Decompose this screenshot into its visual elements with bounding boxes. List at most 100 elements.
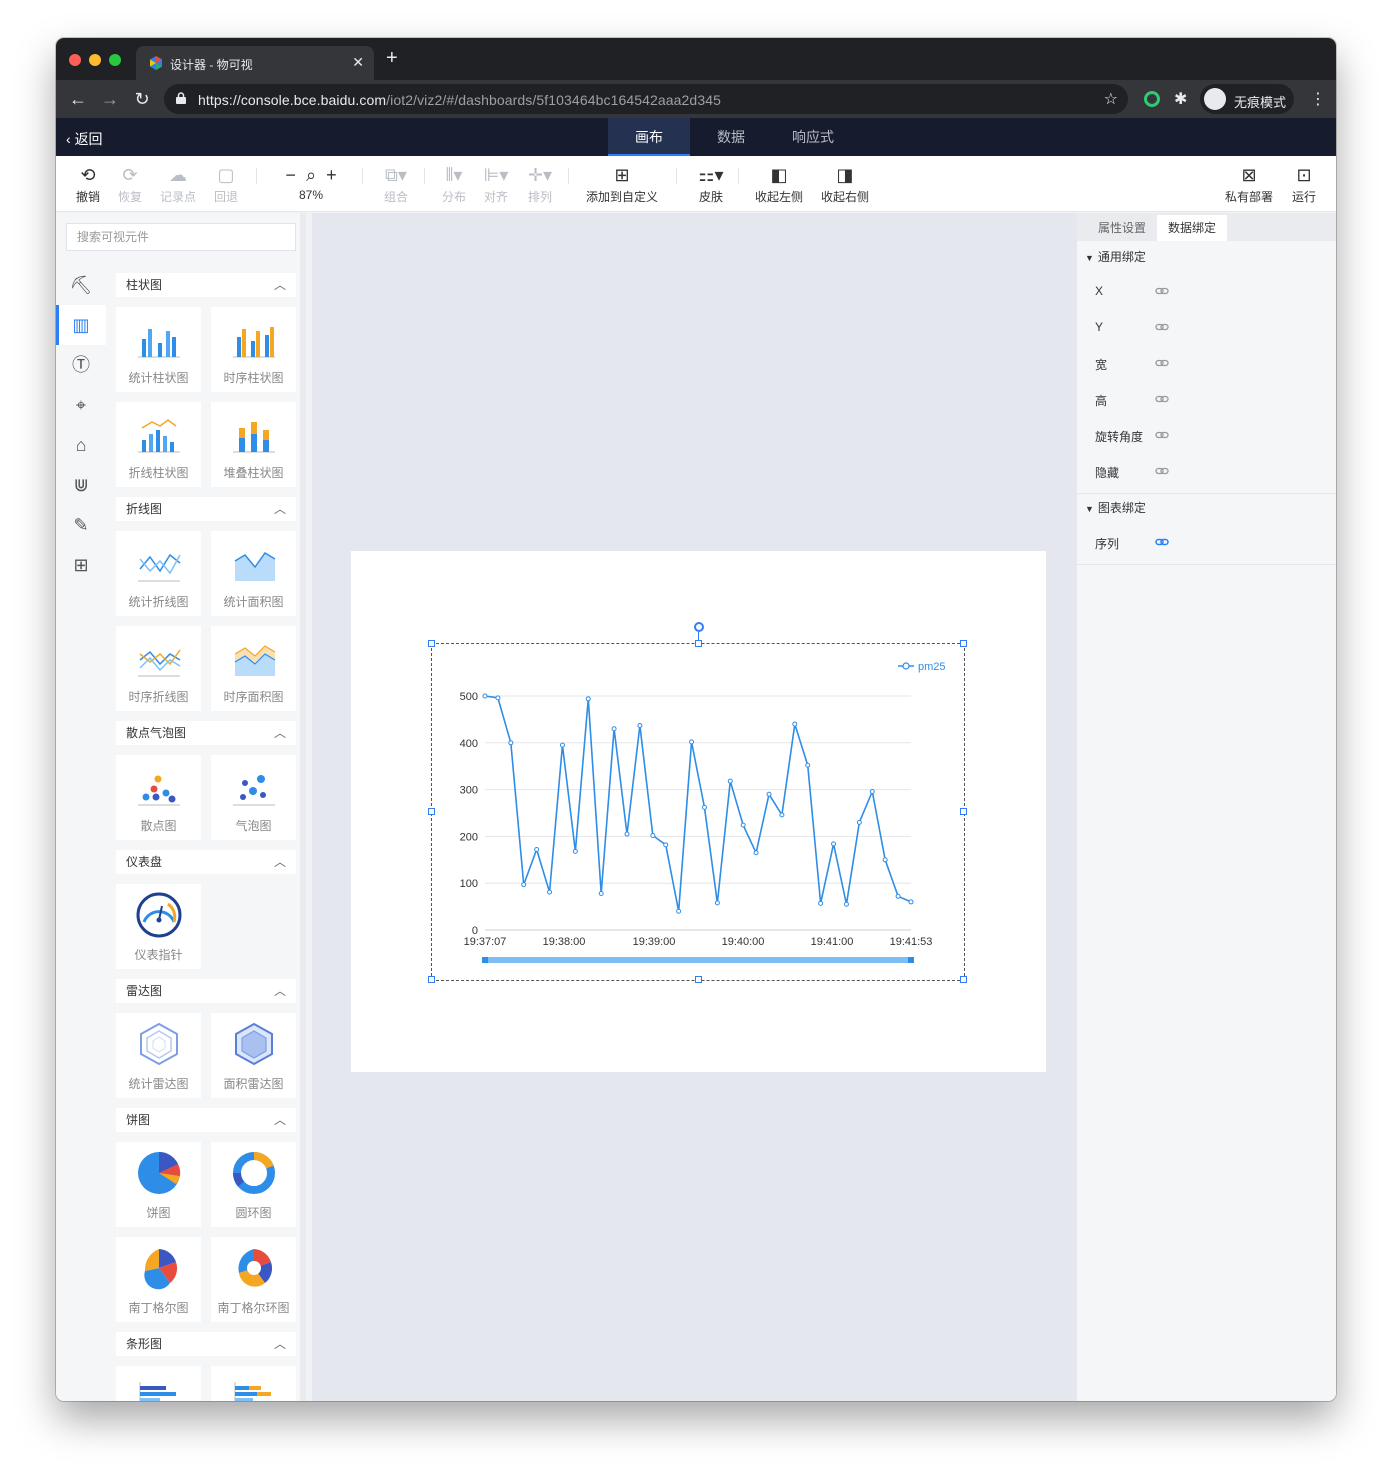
component-card[interactable]: 统计面积图	[211, 531, 296, 616]
component-card[interactable]	[116, 1366, 201, 1401]
tab-responsive[interactable]: 响应式	[772, 118, 854, 156]
text-icon[interactable]: Ⓣ	[56, 345, 106, 385]
component-card[interactable]: 时序折线图	[116, 626, 201, 711]
bookmark-star-icon[interactable]: ☆	[1104, 89, 1118, 109]
component-card[interactable]: 堆叠柱状图	[211, 402, 296, 487]
zoom-control[interactable]: − ⌕ + 87%	[276, 164, 346, 202]
category-rail: ⛏ ▥ Ⓣ ⌖ ⌂ ⋓ ✎ ⊞	[56, 265, 106, 585]
custom-component-icon[interactable]: ⊞	[56, 545, 106, 585]
rollback-button[interactable]: ▢ 回退	[214, 164, 238, 205]
component-card[interactable]: 气泡图	[211, 755, 296, 840]
category-horizontal-bar[interactable]: 条形图 ︿	[116, 1332, 296, 1356]
chart-binding-section[interactable]: ▼ 图表绑定	[1085, 499, 1146, 516]
component-card[interactable]: 时序柱状图	[211, 307, 296, 392]
line-chart[interactable]: 010020030040050019:37:07 19:38:00 19:39:00…	[432, 644, 964, 980]
design-canvas[interactable]: 0 100 200 300 400 500 19:37:07 19:38:00 19:39:00…	[312, 213, 1076, 1401]
distribute-button[interactable]: ⦀▾ 分布	[438, 164, 470, 205]
component-card[interactable]: 散点图	[116, 755, 201, 840]
caret-down-icon: ▼	[1085, 253, 1094, 263]
link-icon[interactable]	[1155, 535, 1169, 549]
align-button[interactable]: ⊫▾ 对齐	[480, 164, 512, 205]
back-button[interactable]: ‹ 返回	[66, 129, 103, 149]
new-tab-button[interactable]: +	[386, 48, 398, 68]
tab-data-binding[interactable]: 数据绑定	[1157, 215, 1228, 241]
component-search-input[interactable]: 搜索可视元件	[66, 223, 296, 251]
link-icon[interactable]	[1155, 464, 1169, 478]
category-radar[interactable]: 雷达图 ︿	[116, 979, 296, 1003]
stacked-horizontal-bar-icon	[234, 1382, 271, 1401]
component-card[interactable]: 统计折线图	[116, 531, 201, 616]
lock-icon	[176, 92, 186, 104]
component-card[interactable]: 时序面积图	[211, 626, 296, 711]
component-card[interactable]: 饼图	[116, 1142, 201, 1227]
arrange-icon: ✛▾	[527, 165, 553, 185]
tab-data[interactable]: 数据	[690, 118, 772, 156]
extension-ring-icon[interactable]	[1144, 91, 1160, 107]
close-window-button[interactable]	[69, 54, 81, 66]
arrange-button[interactable]: ✛▾ 排列	[522, 164, 558, 205]
map-pin-icon[interactable]: ⌖	[56, 385, 106, 425]
incognito-badge[interactable]: 无痕模式	[1200, 84, 1294, 114]
skin-button[interactable]: ⚏▾ 皮肤	[694, 164, 728, 205]
zoom-in-icon[interactable]: +	[326, 165, 337, 185]
link-icon[interactable]	[1155, 320, 1169, 334]
maximize-window-button[interactable]	[109, 54, 121, 66]
category-scatter[interactable]: 散点气泡图 ︿	[116, 721, 296, 745]
data-point	[856, 819, 862, 825]
link-icon[interactable]	[1155, 392, 1169, 406]
component-card[interactable]: 南丁格尔环图	[211, 1237, 296, 1322]
component-card[interactable]: 面积雷达图	[211, 1013, 296, 1098]
component-card[interactable]: 折线柱状图	[116, 402, 201, 487]
back-label: 返回	[74, 131, 103, 147]
tab-property-settings[interactable]: 属性设置	[1087, 215, 1157, 241]
link-icon[interactable]	[1155, 356, 1169, 370]
rotate-handle[interactable]	[694, 622, 704, 632]
minimize-window-button[interactable]	[89, 54, 101, 66]
component-card[interactable]: 仪表指针	[116, 884, 201, 969]
app-favicon-icon	[150, 56, 162, 70]
close-tab-icon[interactable]: ✕	[352, 54, 364, 71]
data-point	[559, 742, 565, 748]
forward-arrow-icon[interactable]: →	[98, 87, 122, 111]
link-icon[interactable]	[1155, 284, 1169, 298]
general-binding-section[interactable]: ▼ 通用绑定	[1085, 248, 1146, 265]
category-bar[interactable]: 柱状图 ︿	[116, 273, 296, 297]
component-card[interactable]: 圆环图	[211, 1142, 296, 1227]
data-point	[701, 804, 707, 810]
binding-row-y: Y	[1095, 320, 1335, 340]
component-card[interactable]: 统计雷达图	[116, 1013, 201, 1098]
zoom-out-icon[interactable]: −	[285, 165, 296, 185]
shapes-icon[interactable]: ⛏	[56, 265, 106, 305]
undo-button[interactable]: ⟲ 撤销	[76, 164, 100, 205]
magnet-icon[interactable]: ⋓	[56, 465, 106, 505]
category-pie[interactable]: 饼图 ︿	[116, 1108, 296, 1132]
component-card[interactable]: 统计柱状图	[116, 307, 201, 392]
collapse-right-button[interactable]: ◨ 收起右侧	[820, 164, 870, 205]
artboard[interactable]: 0 100 200 300 400 500 19:37:07 19:38:00 19:39:00…	[351, 551, 1046, 1072]
private-deploy-button[interactable]: ⊠ 私有部署	[1224, 164, 1274, 205]
address-bar[interactable]: https://console.bce.baidu.com/iot2/viz2/…	[164, 84, 1128, 114]
widget-icon[interactable]: ⌂	[56, 425, 106, 465]
link-icon[interactable]	[1155, 428, 1169, 442]
y-tick-label: 300	[460, 785, 478, 797]
tab-canvas[interactable]: 画布	[608, 118, 690, 156]
run-button[interactable]: ⊡ 运行	[1290, 164, 1318, 205]
selected-chart-component[interactable]: 0 100 200 300 400 500 19:37:07 19:38:00 19:39:00…	[428, 622, 967, 983]
group-button[interactable]: ⧉▾ 组合	[378, 164, 414, 205]
collapse-left-button[interactable]: ◧ 收起左侧	[754, 164, 804, 205]
component-card[interactable]: 南丁格尔图	[116, 1237, 201, 1322]
reload-icon[interactable]: ↻	[130, 87, 154, 111]
add-to-custom-button[interactable]: ⊞ 添加到自定义	[584, 164, 660, 205]
browser-tab[interactable]: 设计器 - 物可视 ✕	[136, 46, 374, 80]
redo-button[interactable]: ⟳ 恢复	[118, 164, 142, 205]
snapshot-button[interactable]: ☁ 记录点	[160, 164, 196, 205]
magic-wand-icon[interactable]: ✎	[56, 505, 106, 545]
back-arrow-icon[interactable]: ←	[66, 87, 90, 111]
category-line[interactable]: 折线图 ︿	[116, 497, 296, 521]
browser-menu-icon[interactable]: ⋮	[1310, 89, 1326, 109]
toolbar-divider	[568, 168, 569, 184]
bar-chart-icon[interactable]: ▥	[56, 305, 106, 345]
category-gauge[interactable]: 仪表盘 ︿	[116, 850, 296, 874]
component-card[interactable]	[211, 1366, 296, 1401]
extensions-puzzle-icon[interactable]: ✱	[1174, 89, 1187, 109]
